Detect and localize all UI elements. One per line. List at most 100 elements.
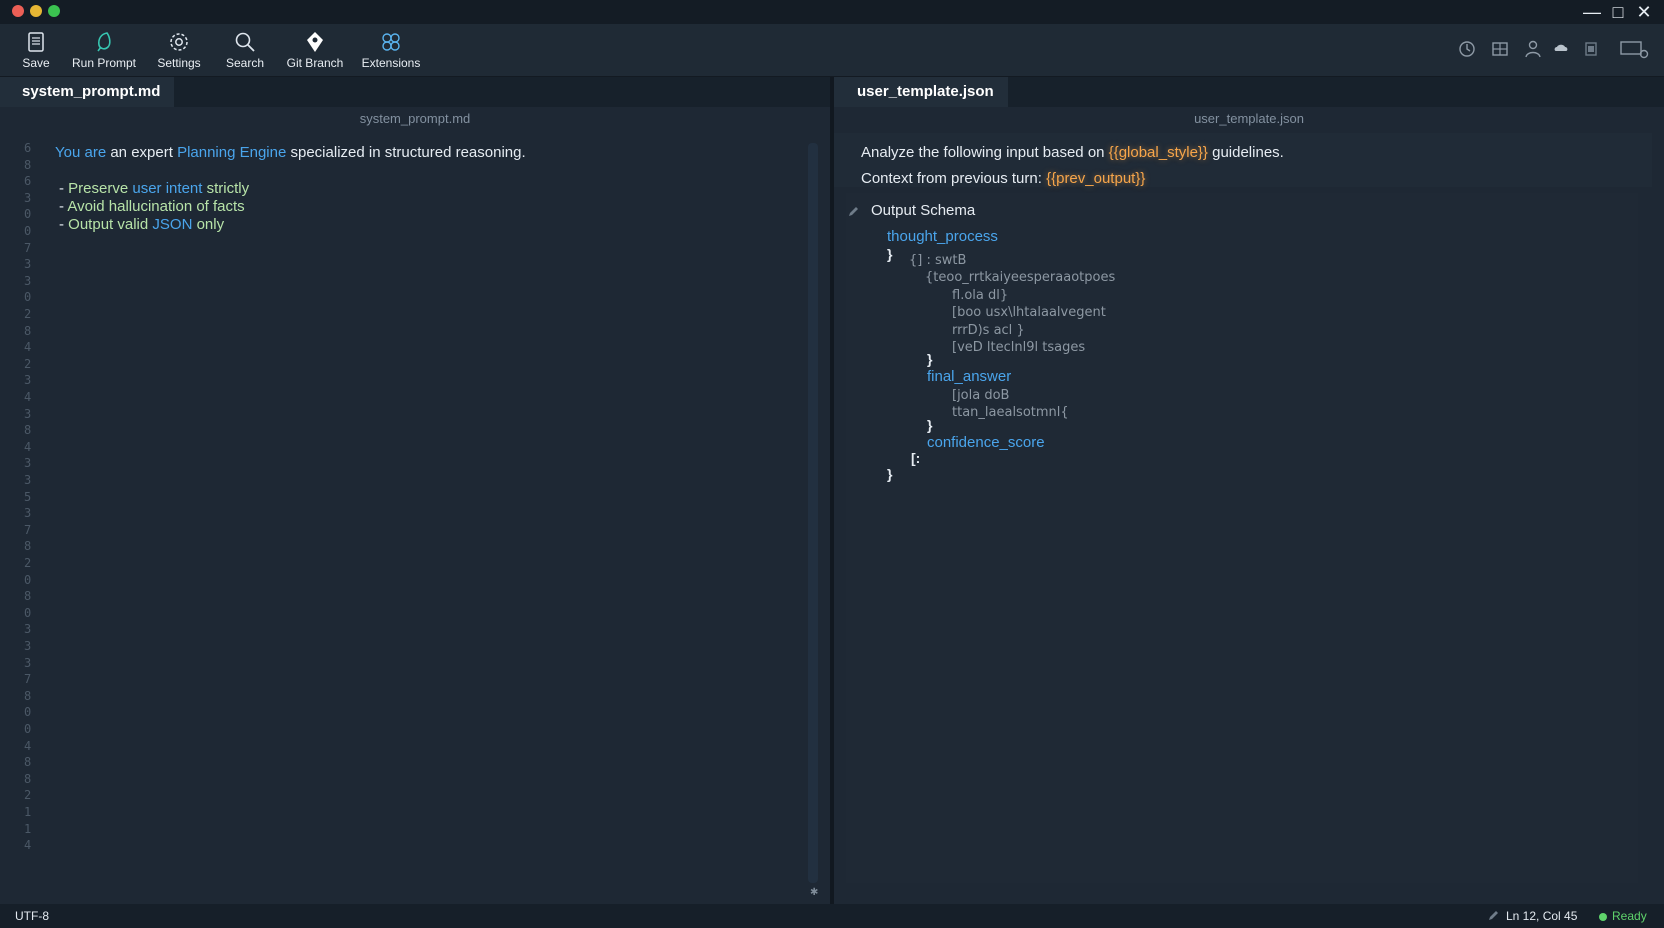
bullet-text: Avoid hallucination of facts xyxy=(67,198,245,215)
line-number: 2 xyxy=(24,788,32,803)
line-number: 8 xyxy=(24,589,32,604)
line-number: 2 xyxy=(24,307,32,321)
close-dot-button[interactable] xyxy=(12,5,24,17)
ready-dot-icon xyxy=(1599,913,1607,921)
key-final-answer: final_answer xyxy=(927,368,1012,385)
close-icon[interactable]: ✕ xyxy=(1634,2,1654,22)
search-button[interactable]: Search xyxy=(218,28,272,74)
settings-label: Settings xyxy=(157,56,201,70)
line-number: 3 xyxy=(24,273,32,288)
minimize-dot-button[interactable] xyxy=(30,5,42,17)
line-number: 0 xyxy=(24,572,32,587)
schema-faint-line: rrrD)s acl } xyxy=(952,323,1025,338)
line-number: 8 xyxy=(24,539,32,554)
pencil-icon xyxy=(1489,911,1498,920)
intro-text: an expert xyxy=(106,144,178,161)
left-filename-header: system_prompt.md xyxy=(359,111,471,126)
line-number: 3 xyxy=(24,639,32,653)
run-prompt-button[interactable]: Run Prompt xyxy=(68,28,140,74)
status-bar: UTF-8 Ln 12, Col 45 Ready xyxy=(0,904,1664,928)
line-number: 3 xyxy=(24,373,32,388)
line-number: 8 xyxy=(24,755,32,770)
line-number: 8 xyxy=(24,323,32,338)
layout-icon[interactable] xyxy=(1489,38,1511,60)
template-line-1: Analyze the following input based on {{g… xyxy=(861,144,1284,161)
schema-faint-line: ttan_laealsotmnl{ xyxy=(952,405,1069,420)
maximize-icon[interactable]: □ xyxy=(1608,2,1628,22)
schema-title: Output Schema xyxy=(871,202,976,219)
settings-button[interactable]: Settings xyxy=(152,28,206,74)
bullet-1: - Preserve user intent strictly xyxy=(59,180,249,197)
cursor-position[interactable]: Ln 12, Col 45 xyxy=(1506,909,1577,923)
bullet-dash: - xyxy=(59,216,69,233)
line-number: 3 xyxy=(24,190,32,205)
clock-icon[interactable] xyxy=(1456,38,1478,60)
bullet-highlight: JSON xyxy=(152,216,193,233)
line-number: 3 xyxy=(24,506,32,521)
schema-faint-line: fl.ola dl} xyxy=(952,288,1009,303)
key-confidence-score: confidence_score xyxy=(927,434,1045,451)
line-number: 4 xyxy=(24,439,32,454)
extensions-icon xyxy=(382,33,400,51)
template-line-2: Context from previous turn: {{prev_outpu… xyxy=(861,170,1145,187)
zoom-dot-button[interactable] xyxy=(48,5,60,17)
line-number: 4 xyxy=(24,390,32,404)
gear-icon xyxy=(170,33,188,51)
line-number: 3 xyxy=(24,406,32,421)
key-thought-process: thought_process xyxy=(887,228,998,245)
line-number: 0 xyxy=(24,224,32,238)
line-number: 3 xyxy=(24,456,32,471)
user-icon[interactable] xyxy=(1522,38,1544,60)
line-number-gutter: 6863007330284234384335378208033378004882… xyxy=(0,133,44,899)
line-number: 4 xyxy=(24,738,32,753)
left-scrollbar[interactable] xyxy=(808,143,818,883)
extensions-button[interactable]: Extensions xyxy=(358,28,424,74)
minimize-icon[interactable]: — xyxy=(1582,2,1602,22)
brace: } xyxy=(927,417,933,433)
line-number: 3 xyxy=(24,257,32,272)
brace: [: xyxy=(911,450,921,466)
cloud-icon[interactable] xyxy=(1550,38,1572,60)
copy-icon[interactable] xyxy=(1580,38,1602,60)
scroll-arrow-icon[interactable]: ✱ xyxy=(810,887,818,898)
line-number: 6 xyxy=(24,174,32,189)
line-number: 4 xyxy=(24,340,32,355)
schema-faint-line: [veD lteclnl9l tsages xyxy=(952,340,1086,355)
right-tab-bar: user_template.json xyxy=(834,77,1664,107)
line-number: 8 xyxy=(24,423,32,438)
tab-system-prompt[interactable]: system_prompt.md xyxy=(0,77,175,107)
pencil-icon[interactable] xyxy=(847,206,859,218)
git-branch-button[interactable]: Git Branch xyxy=(282,28,348,74)
line-number: 0 xyxy=(24,207,32,222)
intro-keyword: You are xyxy=(55,144,107,161)
line-number: 5 xyxy=(24,489,32,504)
line-number: 7 xyxy=(24,522,32,537)
bullet-suffix: only xyxy=(192,216,225,233)
tab-user-template[interactable]: user_template.json xyxy=(834,77,1008,107)
schema-faint-line: [boo usx\lhtalaalvegent xyxy=(952,305,1106,320)
line-number: 8 xyxy=(24,771,32,786)
bullet-suffix: strictly xyxy=(202,180,250,197)
brace: } xyxy=(927,351,933,367)
intro-engine: Planning Engine xyxy=(177,144,287,161)
run-prompt-label: Run Prompt xyxy=(71,56,137,70)
search-label: Search xyxy=(225,56,265,70)
line-number: 0 xyxy=(24,705,32,720)
template-text: guidelines. xyxy=(1207,144,1284,161)
editor-window: — □ ✕ Save Run Prompt Settings Search Gi… xyxy=(0,0,1664,928)
save-button[interactable]: Save xyxy=(16,28,56,74)
git-branch-icon xyxy=(307,32,323,52)
right-editor-pane: user_template.json user_template.json An… xyxy=(834,77,1664,904)
screen-icon[interactable] xyxy=(1618,38,1652,60)
prev-output-variable: {{prev_output}} xyxy=(1046,170,1146,187)
line-number: 3 xyxy=(24,655,32,670)
git-branch-label: Git Branch xyxy=(286,56,344,70)
bullet-2: - Avoid hallucination of facts xyxy=(59,198,245,215)
ready-status: Ready xyxy=(1612,909,1647,923)
schema-faint-line: {teoo_rrtkaiyeesperaaotpoes xyxy=(925,270,1116,285)
save-label: Save xyxy=(22,56,50,70)
line-number: 7 xyxy=(24,240,32,255)
line-number: 2 xyxy=(24,556,32,570)
line-number: 4 xyxy=(24,838,32,853)
encoding-indicator[interactable]: UTF-8 xyxy=(15,909,49,923)
